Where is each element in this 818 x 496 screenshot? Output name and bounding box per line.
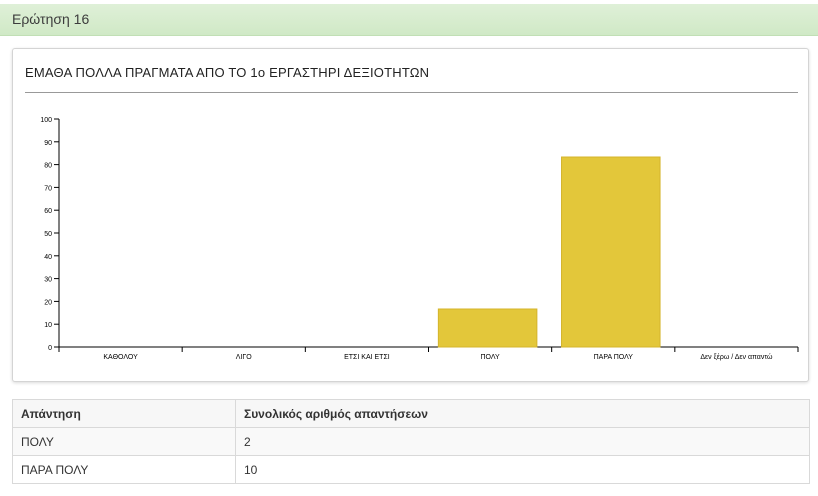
table-cell-answer: ΠΟΛΥ: [12, 427, 236, 456]
x-category-label: ΛΙΓΟ: [236, 354, 252, 361]
bar-5: [561, 156, 661, 348]
y-tick-label: 90: [44, 140, 52, 147]
x-category-label: ΚΑΘΟΛΟΥ: [103, 354, 138, 361]
question-header: Ερώτηση 16: [0, 4, 818, 36]
table-cell-count: 10: [235, 455, 810, 484]
x-category-label: ΠΟΛΥ: [480, 354, 500, 361]
y-tick-label: 0: [48, 345, 52, 352]
x-category-label: ΕΤΣΙ ΚΑΙ ΕΤΣΙ: [344, 354, 390, 361]
table-row: ΠΑΡΑ ΠΟΛΥ 10: [12, 455, 810, 484]
column-header-total: Συνολικός αριθμός απαντήσεων: [235, 399, 810, 428]
chart-panel: ΕΜΑΘΑ ΠΟΛΛΑ ΠΡΑΓΜΑΤΑ ΑΠΟ ΤΟ 1ο ΕΡΓΑΣΤΗΡΙ…: [12, 48, 809, 382]
y-tick-label: 50: [44, 231, 52, 238]
bar-4: [437, 308, 538, 348]
question-title: Ερώτηση 16: [12, 11, 90, 27]
y-tick-label: 80: [44, 163, 52, 170]
x-category-label: Δεν ξέρω / Δεν απαντώ: [700, 353, 773, 361]
results-table: Απάντηση Συνολικός αριθμός απαντήσεων ΠΟ…: [12, 399, 810, 484]
y-tick-label: 40: [44, 254, 52, 261]
column-header-answer: Απάντηση: [12, 399, 236, 428]
x-category-label: ΠΑΡΑ ΠΟΛΥ: [594, 354, 634, 361]
y-tick-label: 20: [44, 299, 52, 306]
y-tick-label: 100: [40, 117, 52, 124]
y-tick-label: 30: [44, 277, 52, 284]
table-cell-answer: ΠΑΡΑ ΠΟΛΥ: [12, 455, 236, 484]
bar-chart: 0 10 20 30 40 50 60 70 80 90 100 ΚΑΘΟΛΟΥ ΛΙΓΟ ΕΤΣΙ ΚΑ…: [40, 117, 799, 361]
y-tick-label: 10: [44, 322, 52, 329]
table-header-row: Απάντηση Συνολικός αριθμός απαντήσεων: [12, 399, 810, 428]
table-row: ΠΟΛΥ 2: [12, 427, 810, 456]
y-tick-label: 60: [44, 208, 52, 215]
table-cell-count: 2: [235, 427, 810, 456]
y-tick-label: 70: [44, 185, 52, 192]
